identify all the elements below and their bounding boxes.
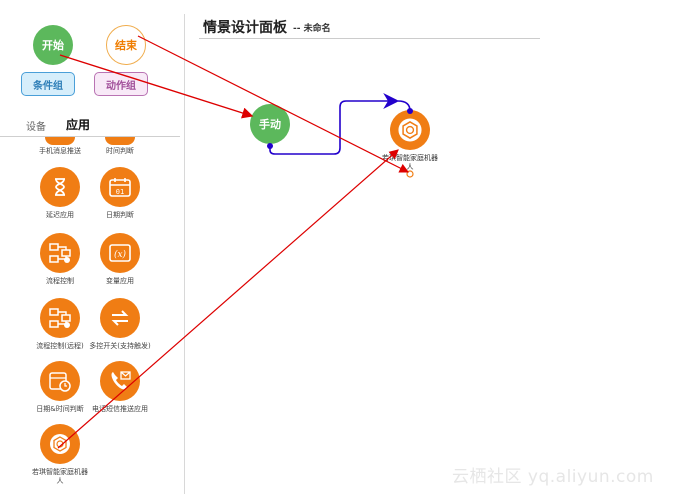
palette-item-time-judge[interactable]: 时间判断 xyxy=(85,137,155,156)
palette-item-label: 电话短信推送应用 xyxy=(92,405,148,413)
canvas-manual-node[interactable]: 手动 xyxy=(250,104,290,144)
remote-flow-icon xyxy=(40,298,80,338)
canvas-robot-label: 若琪智能家庭机器人 xyxy=(382,154,438,171)
action-group-button[interactable]: 动作组 xyxy=(94,72,148,96)
palette-item-phone-sms[interactable]: 电话短信推送应用 xyxy=(85,361,155,414)
start-node-button[interactable]: 开始 xyxy=(33,25,73,65)
title-underline xyxy=(199,38,540,39)
palette-item-variable[interactable]: (x) 变量应用 xyxy=(85,233,155,286)
palette-item-label: 多控开关(支持触发) xyxy=(89,342,151,350)
hourglass-icon xyxy=(40,167,80,207)
palette-item-label: 变量应用 xyxy=(106,277,134,285)
svg-text:(x): (x) xyxy=(114,249,127,260)
palette-item-date-judge[interactable]: 01 日期判断 xyxy=(85,167,155,220)
palette-tabs: 设备 应用 xyxy=(0,114,180,137)
time-judge-icon xyxy=(105,137,135,145)
flow-control-icon xyxy=(40,233,80,273)
variable-icon: (x) xyxy=(100,233,140,273)
robot-icon xyxy=(40,424,80,464)
end-node-button[interactable]: 结束 xyxy=(106,25,146,65)
panel-divider xyxy=(184,14,185,494)
datetime-icon xyxy=(40,361,80,401)
multi-switch-icon xyxy=(100,298,140,338)
tab-app[interactable]: 应用 xyxy=(66,116,90,133)
page-title: 情景设计面板 xyxy=(203,20,287,36)
calendar-icon: 01 xyxy=(100,167,140,207)
palette-item-label: 日期判断 xyxy=(106,211,134,219)
palette-item-label: 若琪智能家庭机器人 xyxy=(32,468,88,485)
robot-icon xyxy=(398,118,422,142)
tab-device[interactable]: 设备 xyxy=(26,118,46,133)
svg-text:01: 01 xyxy=(116,188,124,196)
palette-item-multi-switch[interactable]: 多控开关(支持触发) xyxy=(85,298,155,351)
condition-group-button[interactable]: 条件组 xyxy=(21,72,75,96)
palette-item-robot[interactable]: 若琪智能家庭机器人 xyxy=(25,424,95,486)
palette-panel: 开始 结束 条件组 动作组 设备 应用 手机消息推送 时间判断 延迟应用 01 … xyxy=(0,0,183,494)
canvas-robot-node[interactable] xyxy=(390,110,430,150)
message-push-icon xyxy=(45,137,75,145)
phone-sms-icon xyxy=(100,361,140,401)
scene-name: -- 未命名 xyxy=(293,24,331,34)
watermark: 云栖社区 yq.aliyun.com xyxy=(452,467,654,487)
